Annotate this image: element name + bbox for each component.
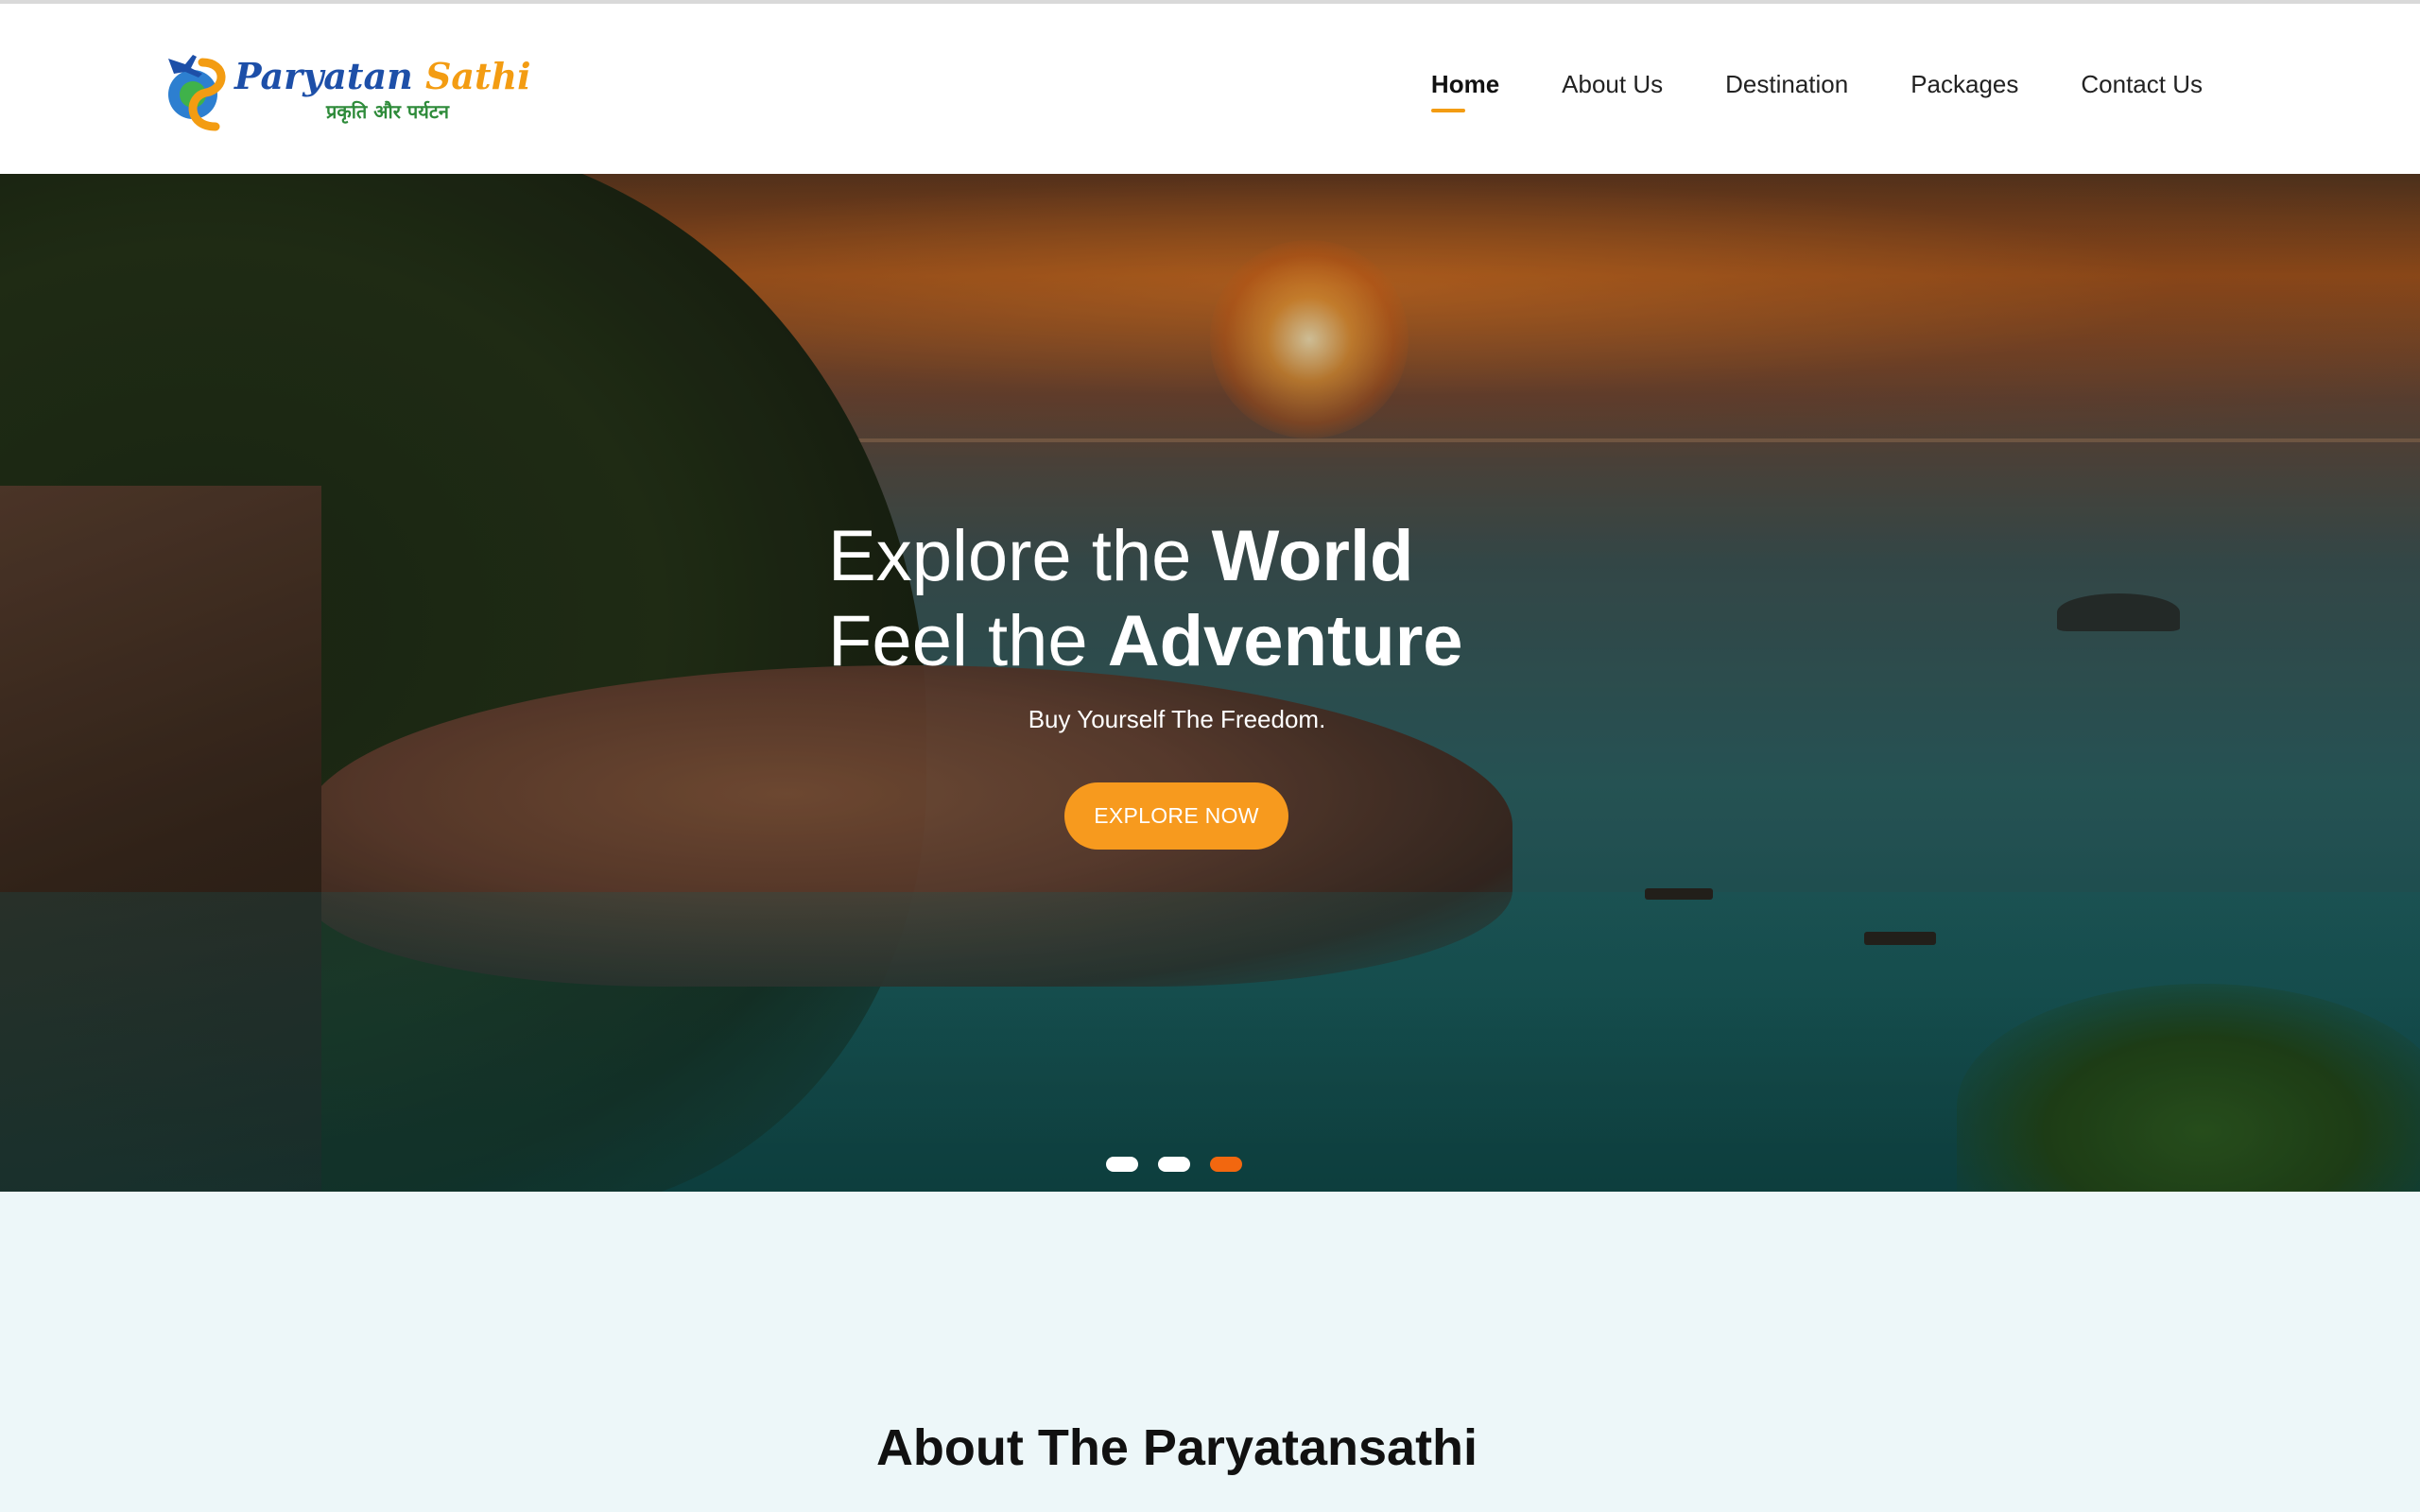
hero-subtitle: Buy Yourself The Freedom. xyxy=(1028,705,1326,733)
explore-now-button[interactable]: EXPLORE NOW xyxy=(1064,782,1288,850)
slider-pagination xyxy=(1106,1157,1242,1172)
slider-dot-2[interactable] xyxy=(1158,1157,1190,1172)
nav-about-us-label: About Us xyxy=(1562,70,1664,98)
hero-line2-bold: Adventure xyxy=(1107,601,1463,681)
logo-brand-part2: Sathi xyxy=(424,55,531,97)
logo-emblem-icon xyxy=(168,55,226,131)
main-nav: Home About Us Destination Packages Conta… xyxy=(1430,70,2203,112)
hero-slider: Explore the World Feel the Adventure Buy… xyxy=(0,174,2420,1192)
hero-line1-bold: World xyxy=(1211,516,1414,596)
slider-dot-3[interactable] xyxy=(1210,1157,1242,1172)
logo-brand-part1: Paryatan xyxy=(234,55,413,97)
site-header: Paryatan Sathi प्रकृति और पर्यटन Home Ab… xyxy=(0,4,2420,174)
logo-brand-text: Paryatan Sathi xyxy=(234,55,531,97)
hero-headline: Explore the World Feel the Adventure xyxy=(828,514,1463,684)
logo-tagline: प्रकृति और पर्यटन xyxy=(326,100,450,123)
nav-contact-us-label: Contact Us xyxy=(2081,70,2203,98)
nav-contact-us[interactable]: Contact Us xyxy=(2081,70,2203,99)
nav-packages-label: Packages xyxy=(1910,70,2019,98)
hero-content: Explore the World Feel the Adventure Buy… xyxy=(0,174,2420,1192)
about-title: About The Paryatansathi xyxy=(875,1419,1478,1476)
nav-home-label: Home xyxy=(1430,70,1500,98)
nav-packages[interactable]: Packages xyxy=(1910,70,2018,99)
about-section: About The Paryatansathi xyxy=(0,1192,2420,1512)
hero-line2-light: Feel the xyxy=(828,601,1108,681)
nav-about-us[interactable]: About Us xyxy=(1562,70,1663,99)
nav-active-indicator xyxy=(1430,109,1465,112)
nav-destination-label: Destination xyxy=(1725,70,1849,98)
nav-destination[interactable]: Destination xyxy=(1725,70,1848,99)
site-logo[interactable]: Paryatan Sathi प्रकृति और पर्यटन xyxy=(161,42,531,144)
slider-dot-1[interactable] xyxy=(1106,1157,1138,1172)
hero-line1-light: Explore the xyxy=(828,516,1212,596)
nav-home[interactable]: Home xyxy=(1430,70,1500,112)
